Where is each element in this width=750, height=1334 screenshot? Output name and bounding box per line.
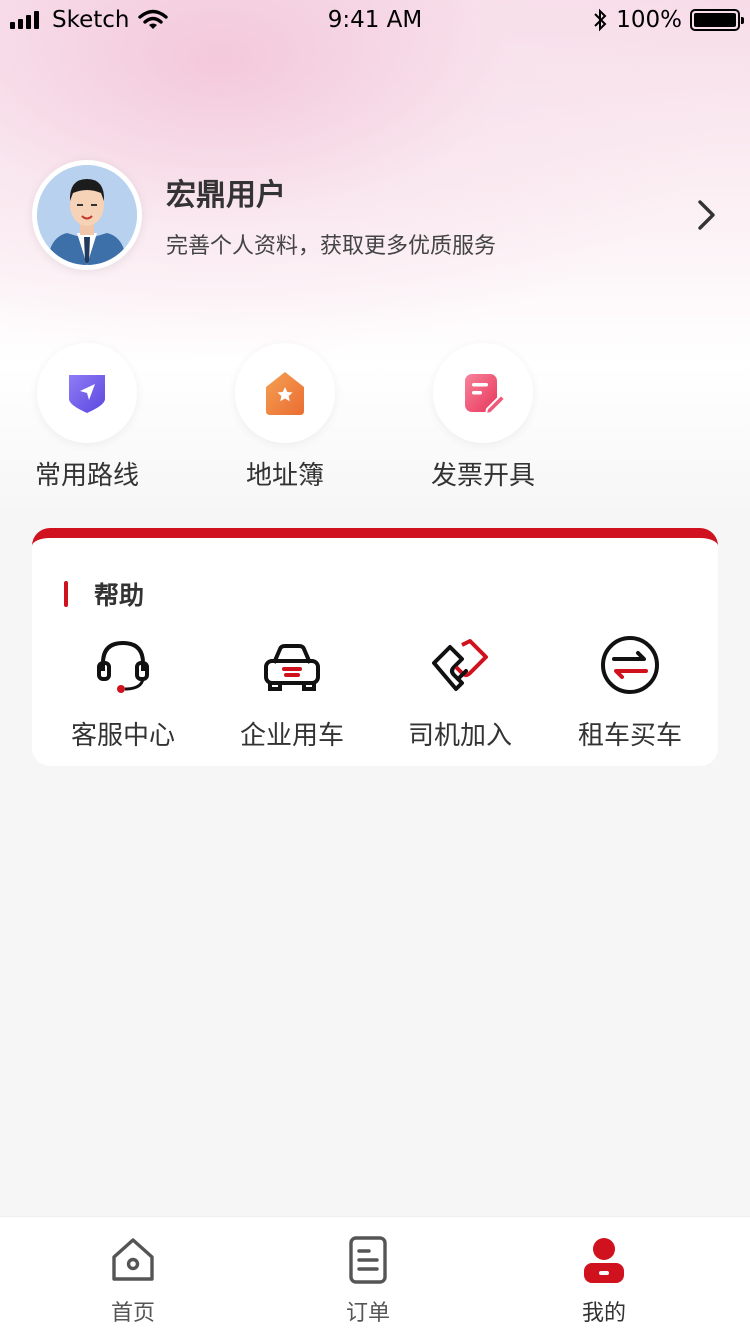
help-item-customer-service[interactable]: 客服中心 xyxy=(38,633,208,752)
tab-label: 我的 xyxy=(581,1301,626,1326)
quick-action-route[interactable]: 常用路线 xyxy=(27,343,147,492)
avatar-illustration xyxy=(37,165,137,265)
help-title: 帮助 xyxy=(94,581,145,610)
help-card: 帮助 客服中心 企业用车 司机加入 租车买车 xyxy=(32,528,718,766)
quick-action-address-book[interactable]: 地址簿 xyxy=(225,343,345,492)
battery-icon xyxy=(690,9,744,31)
help-item-enterprise-car[interactable]: 企业用车 xyxy=(207,633,377,752)
order-icon xyxy=(349,1236,387,1284)
help-item-label: 企业用车 xyxy=(239,721,344,751)
help-item-rent-buy-car[interactable]: 租车买车 xyxy=(545,633,715,752)
quick-actions: 常用路线 地址簿 发票开具 xyxy=(30,343,730,491)
avatar[interactable] xyxy=(32,160,142,270)
tab-mine[interactable]: 我的 xyxy=(534,1235,674,1327)
wifi-icon xyxy=(137,9,168,29)
tab-bar: 首页 订单 我的 xyxy=(0,1216,750,1334)
chevron-right-icon[interactable] xyxy=(686,195,726,235)
user-icon xyxy=(584,1238,624,1283)
help-item-label: 租车买车 xyxy=(577,721,682,751)
tab-label: 首页 xyxy=(110,1301,155,1326)
tab-home[interactable]: 首页 xyxy=(63,1235,203,1327)
tab-label: 订单 xyxy=(345,1301,390,1326)
tab-orders[interactable]: 订单 xyxy=(298,1235,438,1327)
profile-subtitle: 完善个人资料，获取更多优质服务 xyxy=(166,234,497,259)
handshake-icon xyxy=(432,639,488,691)
address-book-icon xyxy=(266,372,304,415)
bluetooth-icon xyxy=(594,8,607,32)
invoice-icon xyxy=(465,374,505,415)
battery-percent: 100% xyxy=(616,7,682,33)
home-icon xyxy=(112,1238,154,1281)
quick-action-label: 地址簿 xyxy=(245,461,324,491)
quick-action-invoice[interactable]: 发票开具 xyxy=(423,343,543,492)
section-accent-bar xyxy=(64,581,68,607)
status-bar: Sketch 9:41 AM 100% xyxy=(0,0,750,40)
profile-card[interactable]: 宏鼎用户 完善个人资料，获取更多优质服务 xyxy=(32,160,732,270)
exchange-icon xyxy=(601,636,659,694)
route-icon xyxy=(69,375,105,413)
help-item-driver-join[interactable]: 司机加入 xyxy=(375,633,545,752)
help-item-label: 司机加入 xyxy=(407,721,512,751)
quick-action-label: 发票开具 xyxy=(430,461,535,491)
user-name: 宏鼎用户 xyxy=(166,178,286,213)
car-icon xyxy=(264,644,320,691)
quick-action-label: 常用路线 xyxy=(34,461,139,491)
headset-icon xyxy=(97,640,149,693)
carrier-label: Sketch xyxy=(52,7,130,33)
help-item-label: 客服中心 xyxy=(70,721,175,751)
signal-icon xyxy=(10,11,39,29)
